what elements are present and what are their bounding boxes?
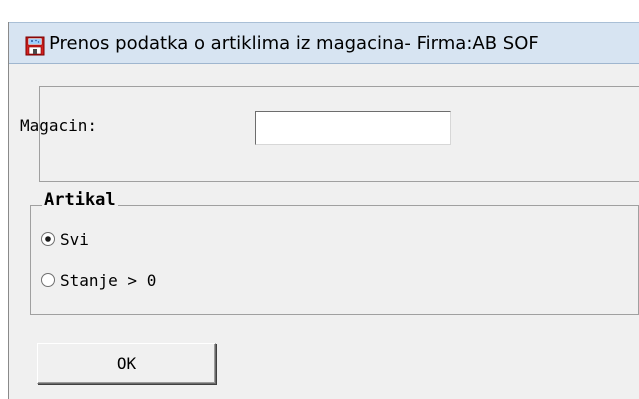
radio-unselected-icon [41,273,55,287]
magacin-input[interactable] [255,111,451,145]
artikal-group-title: Artikal [42,190,118,210]
radio-selected-icon [41,232,55,246]
floppy-disk-icon [25,36,45,56]
radio-option-svi-label: Svi [60,230,89,249]
title-bar: Prenos podatka o artiklima iz magacina- … [9,22,639,64]
radio-option-stanje-gt-0-label: Stanje > 0 [60,271,157,290]
window-title: Prenos podatka o artiklima iz magacina- … [49,33,539,54]
magacin-label: Magacin: [20,116,98,135]
artikal-groupbox [30,205,639,315]
ok-button[interactable]: OK [37,343,216,384]
